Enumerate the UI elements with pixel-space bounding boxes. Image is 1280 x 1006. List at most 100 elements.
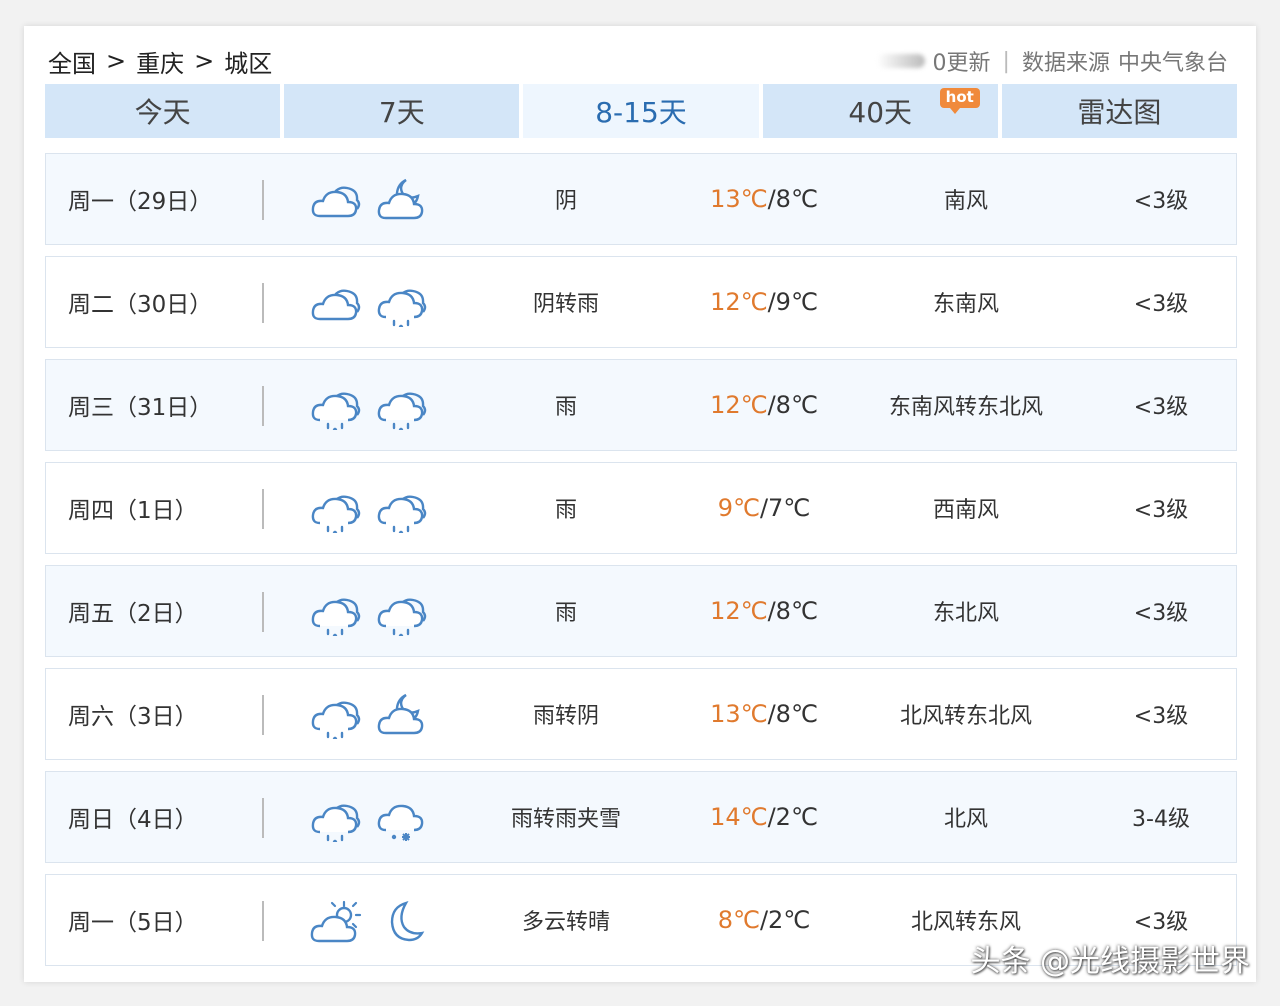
wind-direction: 北风 bbox=[943, 807, 988, 832]
wind-level: <3级 bbox=[1133, 395, 1189, 420]
tab-today[interactable]: 今天 bbox=[45, 84, 281, 138]
forecast-day: 周六（3日） bbox=[68, 704, 198, 730]
wind-direction: 西南风 bbox=[932, 498, 999, 523]
weather-description: 雨转阴 bbox=[532, 704, 599, 729]
wind-level: <3级 bbox=[1133, 189, 1189, 214]
temperature-high: 13℃ bbox=[710, 700, 768, 728]
tab-8-15-days[interactable]: 8-15天 bbox=[523, 84, 759, 138]
tab-label: 8-15天 bbox=[595, 96, 687, 129]
partly-cloudy-night-icon bbox=[376, 176, 428, 224]
rain-icon bbox=[310, 588, 362, 639]
source-provider[interactable]: 中央气象台 bbox=[1118, 45, 1228, 77]
tab-7-days[interactable]: 7天 bbox=[284, 84, 520, 138]
divider: | bbox=[1002, 48, 1010, 74]
tab-radar[interactable]: 雷达图 bbox=[1001, 84, 1238, 138]
divider bbox=[262, 283, 264, 323]
forecast-day: 周二（30日） bbox=[68, 292, 213, 318]
update-time-blurred bbox=[876, 54, 925, 68]
temperature: 9℃/7℃ bbox=[664, 494, 864, 522]
forecast-day: 周一（5日） bbox=[68, 910, 198, 936]
wind-level: <3级 bbox=[1133, 498, 1189, 523]
weather-description: 雨 bbox=[554, 395, 577, 420]
rain-icon bbox=[310, 794, 362, 845]
tab-label: 今天 bbox=[134, 96, 191, 129]
wind-direction: 南风 bbox=[943, 189, 988, 214]
temperature-low: /8℃ bbox=[767, 597, 818, 625]
weather-icons bbox=[310, 176, 428, 224]
rain-icon bbox=[376, 588, 428, 639]
temperature: 8℃/2℃ bbox=[664, 906, 864, 934]
weather-icons bbox=[310, 485, 428, 536]
breadcrumb-item-country[interactable]: 全国 bbox=[48, 44, 96, 79]
temperature-high: 12℃ bbox=[710, 288, 768, 316]
wind-direction: 北风转东北风 bbox=[899, 704, 1032, 729]
temperature-low: /2℃ bbox=[767, 803, 818, 831]
weather-description: 阴 bbox=[554, 189, 577, 214]
rain-icon bbox=[376, 382, 428, 433]
forecast-row: 周六（3日） 雨转阴 13℃/8℃ 北风转东北风 <3级 bbox=[45, 668, 1237, 760]
weather-icons bbox=[310, 897, 428, 945]
wind-level: <3级 bbox=[1133, 704, 1189, 729]
breadcrumb-separator: > bbox=[194, 47, 215, 75]
temperature-low: /8℃ bbox=[767, 700, 818, 728]
tab-label: 40天 bbox=[848, 96, 913, 129]
data-source: 0更新 | 数据来源 中央气象台 bbox=[876, 44, 1228, 78]
hot-badge: hot bbox=[939, 88, 980, 114]
temperature: 14℃/2℃ bbox=[664, 803, 864, 831]
temperature-low: /8℃ bbox=[767, 185, 818, 213]
weather-description: 雨 bbox=[554, 601, 577, 626]
temperature-low: /9℃ bbox=[767, 288, 818, 316]
sleet-icon bbox=[376, 794, 428, 842]
temperature-low: /8℃ bbox=[767, 391, 818, 419]
weather-description: 阴转雨 bbox=[532, 292, 599, 317]
temperature: 13℃/8℃ bbox=[664, 700, 864, 728]
temperature: 12℃/8℃ bbox=[664, 391, 864, 419]
breadcrumb-separator: > bbox=[106, 47, 127, 75]
moon-icon bbox=[376, 897, 428, 945]
wind-direction: 北风转东风 bbox=[910, 910, 1021, 935]
divider bbox=[262, 180, 264, 220]
rain-icon bbox=[310, 691, 362, 742]
source-label: 数据来源 bbox=[1021, 51, 1110, 76]
partly-cloudy-day-icon bbox=[310, 897, 362, 945]
forecast-day: 周五（2日） bbox=[68, 601, 198, 627]
cloudy-icon bbox=[310, 176, 362, 224]
rain-icon bbox=[376, 279, 428, 330]
partly-cloudy-night-icon bbox=[376, 691, 428, 739]
tab-40-days[interactable]: 40天 hot bbox=[762, 84, 998, 138]
divider bbox=[262, 386, 264, 426]
breadcrumb-item-province[interactable]: 重庆 bbox=[136, 44, 184, 79]
temperature-high: 8℃ bbox=[717, 906, 760, 934]
forecast-row: 周二（30日） 阴转雨 12℃/9℃ 东南风 <3级 bbox=[45, 256, 1237, 348]
forecast-row: 周四（1日） 雨 9℃/7℃ 西南风 <3级 bbox=[45, 462, 1237, 554]
forecast-row: 周日（4日） 雨转雨夹雪 14℃/2℃ 北风 3-4级 bbox=[45, 771, 1237, 863]
breadcrumb: 全国 > 重庆 > 城区 bbox=[48, 44, 272, 78]
forecast-day: 周日（4日） bbox=[68, 807, 198, 833]
temperature-high: 12℃ bbox=[710, 597, 768, 625]
divider bbox=[262, 695, 264, 735]
update-text: 0更新 bbox=[932, 51, 991, 76]
rain-icon bbox=[376, 485, 428, 536]
wind-direction: 东南风 bbox=[932, 292, 999, 317]
temperature-low: /7℃ bbox=[759, 494, 811, 522]
temperature-high: 12℃ bbox=[710, 391, 768, 419]
forecast-list: 周一（29日） 阴 13℃/8℃ 南风 <3级 周二（30日） 阴转雨 12℃/… bbox=[45, 153, 1237, 977]
forecast-day: 周三（31日） bbox=[68, 395, 213, 421]
divider bbox=[262, 798, 264, 838]
divider bbox=[262, 592, 264, 632]
rain-icon bbox=[310, 382, 362, 433]
weather-description: 多云转晴 bbox=[521, 910, 610, 935]
temperature-high: 13℃ bbox=[710, 185, 768, 213]
divider bbox=[262, 489, 264, 529]
forecast-row: 周一（29日） 阴 13℃/8℃ 南风 <3级 bbox=[45, 153, 1237, 245]
wind-direction: 东北风 bbox=[932, 601, 999, 626]
watermark: 头条 @光线摄影世界 bbox=[970, 944, 1250, 979]
temperature-high: 14℃ bbox=[710, 803, 768, 831]
wind-level: <3级 bbox=[1133, 601, 1189, 626]
weather-icons bbox=[310, 382, 428, 433]
wind-level: 3-4级 bbox=[1132, 807, 1190, 832]
tab-label: 雷达图 bbox=[1077, 96, 1162, 129]
temperature: 13℃/8℃ bbox=[664, 185, 864, 213]
wind-direction: 东南风转东北风 bbox=[888, 395, 1043, 420]
weather-description: 雨 bbox=[554, 498, 577, 523]
